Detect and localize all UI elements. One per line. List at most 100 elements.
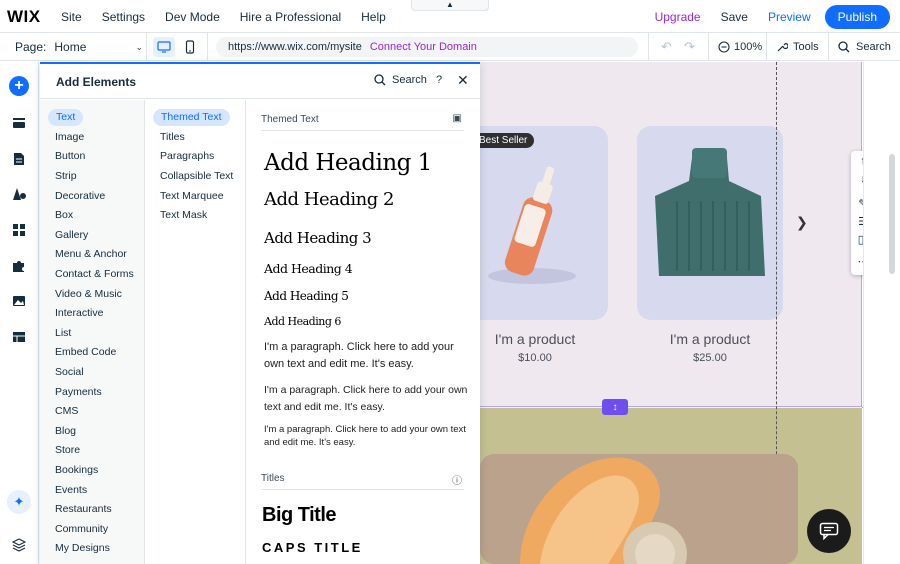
- publish-button[interactable]: Publish: [824, 4, 890, 29]
- pages-button[interactable]: [8, 148, 30, 170]
- help-icon[interactable]: ?: [436, 74, 442, 86]
- layers-panel-button[interactable]: [8, 534, 30, 556]
- paragraph-3-preview[interactable]: I'm a paragraph. Click here to add your …: [264, 423, 474, 449]
- category-events[interactable]: Events: [55, 482, 87, 499]
- video-icon[interactable]: ▣: [453, 113, 462, 124]
- wix-logo[interactable]: WIX: [7, 7, 41, 27]
- category-image[interactable]: Image: [55, 129, 84, 146]
- save-button[interactable]: Save: [721, 10, 748, 24]
- tools-label: Tools: [793, 41, 819, 53]
- menu-help[interactable]: Help: [361, 10, 386, 24]
- subcategory-titles[interactable]: Titles: [160, 129, 185, 146]
- subcategory-themed-text[interactable]: Themed Text: [153, 109, 230, 126]
- heading-1-preview[interactable]: Add Heading 1: [264, 150, 432, 176]
- category-video-music[interactable]: Video & Music: [55, 286, 122, 303]
- scroll-thumb[interactable]: [889, 154, 895, 274]
- category-list[interactable]: List: [55, 325, 71, 342]
- subcategory-list: Themed Text Titles Paragraphs Collapsibl…: [145, 100, 246, 564]
- page-icon: [14, 153, 24, 165]
- paragraph-1-preview[interactable]: I'm a paragraph. Click here to add your …: [264, 339, 474, 373]
- category-my-designs[interactable]: My Designs: [55, 540, 110, 557]
- subcategory-collapsible-text[interactable]: Collapsible Text: [160, 168, 233, 185]
- chat-button[interactable]: [807, 509, 851, 553]
- menu-dev-mode[interactable]: Dev Mode: [165, 10, 220, 24]
- redo-icon[interactable]: ↷: [684, 39, 695, 55]
- undo-icon[interactable]: ↶: [661, 39, 672, 55]
- canvas-scrollbar[interactable]: [863, 62, 900, 564]
- tools-button[interactable]: Tools: [776, 33, 819, 61]
- paragraph-2-preview[interactable]: I'm a paragraph. Click here to add your …: [264, 382, 474, 416]
- connect-domain-link[interactable]: Connect Your Domain: [370, 41, 477, 53]
- heading-6-preview[interactable]: Add Heading 6: [264, 315, 341, 328]
- mobile-view-button[interactable]: [179, 37, 201, 57]
- category-button[interactable]: Button: [55, 148, 85, 165]
- editor-search-button[interactable]: Search: [838, 33, 891, 61]
- product-name: I'm a product: [494, 331, 576, 347]
- divider: [708, 33, 709, 61]
- image-icon: [13, 296, 25, 306]
- carousel-next-arrow-icon[interactable]: ❯: [796, 214, 808, 231]
- upgrade-link[interactable]: Upgrade: [655, 10, 701, 24]
- desktop-view-button[interactable]: [153, 37, 175, 57]
- site-url-bar[interactable]: https://www.wix.com/mysite Connect Your …: [216, 37, 638, 57]
- info-icon[interactable]: ⓘ: [452, 472, 462, 487]
- category-box[interactable]: Box: [55, 207, 73, 224]
- category-bookings[interactable]: Bookings: [55, 462, 98, 479]
- category-gallery[interactable]: Gallery: [55, 227, 88, 244]
- menu-settings[interactable]: Settings: [102, 10, 145, 24]
- category-contact-forms[interactable]: Contact & Forms: [55, 266, 134, 283]
- page-selector[interactable]: Page: Home ⌄: [15, 33, 143, 61]
- heading-4-preview[interactable]: Add Heading 4: [264, 261, 353, 276]
- add-elements-button[interactable]: +: [9, 76, 29, 96]
- heading-5-preview[interactable]: Add Heading 5: [264, 289, 349, 303]
- section-resize-handle[interactable]: ↕: [602, 399, 628, 415]
- product-card[interactable]: [462, 126, 608, 320]
- category-decorative[interactable]: Decorative: [55, 188, 105, 205]
- category-blog[interactable]: Blog: [55, 423, 76, 440]
- category-interactive[interactable]: Interactive: [55, 305, 103, 322]
- media-button[interactable]: [8, 290, 30, 312]
- sections-icon: [13, 118, 25, 128]
- element-previews: Themed Text ▣ Add Heading 1 Add Heading …: [247, 100, 480, 564]
- panel-header: Add Elements Search ? ✕: [40, 64, 480, 99]
- category-text[interactable]: Text: [48, 109, 84, 126]
- puzzle-icon: [13, 261, 24, 272]
- heading-3-preview[interactable]: Add Heading 3: [264, 229, 372, 247]
- zoom-out-icon: [718, 41, 730, 53]
- category-restaurants[interactable]: Restaurants: [55, 501, 112, 518]
- category-social[interactable]: Social: [55, 364, 84, 381]
- desktop-icon: [157, 41, 171, 53]
- business-button[interactable]: [8, 255, 30, 277]
- food-image-card[interactable]: [480, 454, 798, 564]
- add-elements-panel: Add Elements Search ? ✕ Text Image Butto…: [40, 62, 480, 564]
- top-bar: WIX Site Settings Dev Mode Hire a Profes…: [0, 0, 900, 33]
- zoom-control[interactable]: 100%: [718, 33, 762, 61]
- design-button[interactable]: [8, 183, 30, 205]
- preview-button[interactable]: Preview: [768, 10, 811, 24]
- caps-title-preview[interactable]: CAPS TITLE: [262, 540, 363, 555]
- category-cms[interactable]: CMS: [55, 403, 78, 420]
- big-title-preview[interactable]: Big Title: [262, 504, 337, 527]
- sections-button[interactable]: [8, 112, 30, 134]
- panel-search-button[interactable]: Search: [374, 74, 427, 86]
- cms-button[interactable]: [8, 326, 30, 348]
- design-icon: [13, 188, 26, 200]
- heading-2-preview[interactable]: Add Heading 2: [264, 189, 394, 210]
- category-store[interactable]: Store: [55, 442, 80, 459]
- close-icon[interactable]: ✕: [457, 72, 469, 89]
- category-payments[interactable]: Payments: [55, 384, 102, 401]
- product-card[interactable]: [637, 126, 783, 320]
- collapse-topbar-button[interactable]: ▲: [411, 0, 489, 11]
- category-embed-code[interactable]: Embed Code: [55, 344, 116, 361]
- menu-hire-professional[interactable]: Hire a Professional: [240, 10, 341, 24]
- apps-button[interactable]: [8, 219, 30, 241]
- category-community[interactable]: Community: [55, 521, 108, 538]
- ai-assistant-button[interactable]: ✦: [7, 490, 31, 514]
- menu-site[interactable]: Site: [61, 10, 82, 24]
- subcategory-text-mask[interactable]: Text Mask: [160, 207, 207, 224]
- subcategory-text-marquee[interactable]: Text Marquee: [160, 188, 224, 205]
- category-menu-anchor[interactable]: Menu & Anchor: [55, 246, 127, 263]
- sponge-image: [520, 457, 687, 564]
- subcategory-paragraphs[interactable]: Paragraphs: [160, 148, 214, 165]
- category-strip[interactable]: Strip: [55, 168, 77, 185]
